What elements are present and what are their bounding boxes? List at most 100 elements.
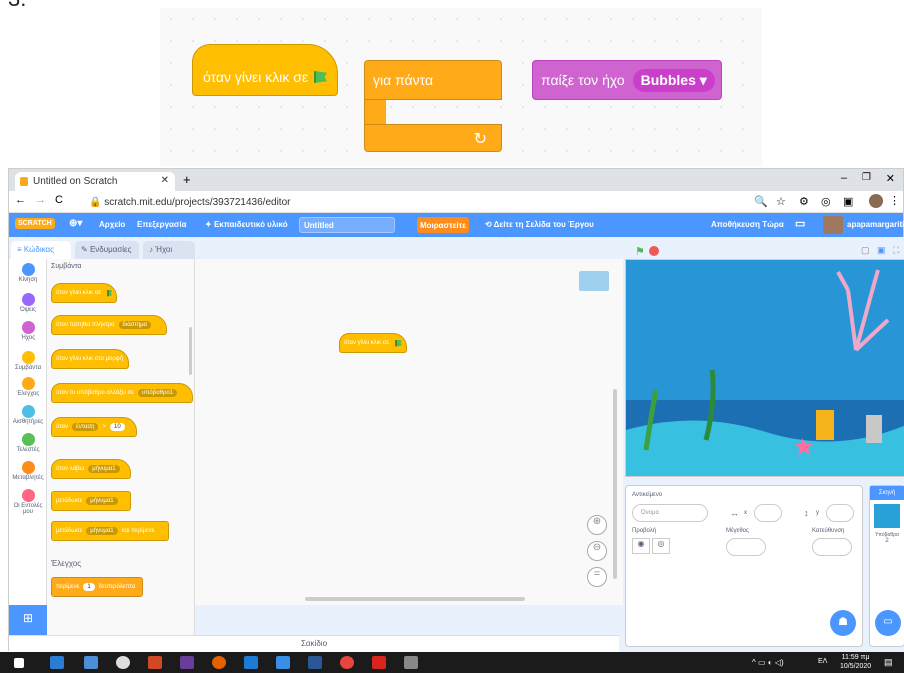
tab-costumes[interactable]: ✎ Ενδυμασίες	[75, 241, 139, 259]
b5-dropdown[interactable]: ένταση	[72, 423, 99, 431]
file-explorer-icon[interactable]	[84, 656, 98, 669]
tray-icons[interactable]: ^ ▭ ◐ ◁)	[752, 658, 784, 667]
sound-dropdown[interactable]: Bubbles ▾	[632, 68, 715, 92]
profile-avatar[interactable]	[869, 194, 883, 208]
show-eye-icon[interactable]: ◉	[632, 538, 650, 554]
extension-icon-3[interactable]: ▣	[843, 195, 853, 208]
browser-menu-icon[interactable]: ⋮	[889, 194, 900, 207]
forward-icon[interactable]: →	[35, 194, 46, 206]
category-1[interactable]: Όψεις	[9, 293, 47, 313]
b8-dropdown[interactable]: μήνυμα1	[86, 527, 118, 535]
tab-code[interactable]: ≡ Κώδικας	[11, 241, 71, 259]
palette-scrollbar[interactable]	[189, 327, 192, 375]
close-tab-icon[interactable]: ✕	[161, 175, 169, 186]
palette-block-broadcast[interactable]: μετάδωσε μήνυμα1	[51, 491, 131, 511]
internet-explorer-icon[interactable]	[276, 656, 290, 669]
zoom-in-icon[interactable]: ⊕	[587, 515, 607, 535]
username-label[interactable]: apapamargariti	[847, 220, 904, 229]
project-title-field[interactable]: Untitled	[299, 217, 395, 233]
sprite-name-field[interactable]: Όνομα	[632, 504, 708, 522]
share-button[interactable]: Μοιραστείτε	[417, 217, 469, 233]
palette-block-key-pressed[interactable]: όταν πατηθεί πλήκτρο διάστημα	[51, 315, 167, 335]
stage-selector-panel[interactable]: Σκηνή Υπόβαθρα 2 ▭	[869, 485, 904, 647]
large-stage-icon[interactable]: ▣	[877, 245, 886, 256]
b7-dropdown[interactable]: μήνυμα1	[86, 497, 118, 505]
add-extension-button[interactable]: ⊞	[9, 605, 47, 635]
reload-icon[interactable]: C	[55, 194, 63, 206]
firefox-icon[interactable]	[212, 656, 226, 669]
user-avatar[interactable]	[823, 216, 843, 234]
close-window-icon[interactable]: ✕	[886, 172, 895, 185]
b6-dropdown[interactable]: μήνυμα1	[88, 465, 120, 473]
menu-file[interactable]: Αρχείο	[99, 220, 125, 229]
extension-icon-2[interactable]: ◎	[821, 195, 831, 208]
notifications-icon[interactable]: ▤	[884, 657, 893, 668]
clock[interactable]: 11:59 πμ 10/5/2020	[840, 653, 871, 671]
app-icon[interactable]	[180, 656, 194, 669]
stage-canvas[interactable]	[625, 259, 904, 477]
bookmark-star-icon[interactable]: ☆	[776, 195, 786, 208]
minimize-icon[interactable]: –	[841, 172, 847, 184]
palette-block-broadcast-wait[interactable]: μετάδωσε μήνυμα1 και περίμενε	[51, 521, 169, 541]
category-6[interactable]: Τελεστές	[9, 433, 47, 453]
scripts-area[interactable]: όταν γίνει κλικ σε ⊕ ⊖ =	[195, 259, 623, 605]
zoom-reset-icon[interactable]: =	[587, 567, 607, 587]
back-icon[interactable]: ←	[15, 194, 26, 206]
palette-block-when-flag[interactable]: όταν γίνει κλικ σε	[51, 283, 117, 303]
palette-block-sprite-clicked[interactable]: όταν γίνει κλικ στο μορφή	[51, 349, 129, 369]
size-field[interactable]	[726, 538, 766, 556]
see-project-page-button[interactable]: ⟲ Δείτε τη Σελίδα του Έργου	[485, 220, 594, 229]
b9-input[interactable]: 1	[83, 583, 95, 591]
hide-eye-icon[interactable]: ◎	[652, 538, 670, 554]
chrome-icon[interactable]	[340, 656, 354, 669]
scripts-horizontal-scrollbar[interactable]	[305, 597, 525, 601]
start-icon[interactable]	[14, 658, 24, 668]
scratch-logo[interactable]: SCRATCH	[15, 218, 55, 229]
fullscreen-icon[interactable]: ⛶	[893, 245, 899, 256]
b5-input[interactable]: 10	[110, 423, 125, 431]
url-field[interactable]: 🔒 scratch.mit.edu/projects/393721436/edi…	[81, 194, 721, 211]
stop-icon[interactable]	[649, 246, 659, 256]
acrobat-icon[interactable]	[372, 656, 386, 669]
browser-tab[interactable]: Untitled on Scratch ✕	[15, 172, 175, 191]
x-field[interactable]	[754, 504, 782, 522]
choose-sprite-cat-icon[interactable]: ☗	[830, 610, 856, 636]
palette-block-backdrop-switches[interactable]: όταν το υπόβαθρο αλλάξει σε υπόβαθρο1	[51, 383, 193, 403]
mail-icon[interactable]	[244, 656, 258, 669]
language-globe-icon[interactable]: ⊕▾	[69, 218, 82, 229]
palette-block-when-greater[interactable]: όταν ένταση >10	[51, 417, 137, 437]
zoom-out-icon[interactable]: ⊖	[587, 541, 607, 561]
choose-backdrop-icon[interactable]: ▭	[875, 610, 901, 636]
language-indicator[interactable]: ΕΛ	[818, 658, 827, 665]
b4-dropdown[interactable]: υπόβαθρο1	[137, 389, 178, 397]
category-0[interactable]: Κίνηση	[9, 263, 47, 283]
menu-edit[interactable]: Επεξεργασία	[137, 220, 187, 229]
save-now-button[interactable]: Αποθήκευση Τώρα	[711, 220, 784, 229]
b2-dropdown[interactable]: διάστημα	[118, 321, 151, 329]
backpack[interactable]: Σακίδιο	[9, 635, 619, 652]
green-flag-icon[interactable]: ⚑	[635, 245, 645, 258]
category-2[interactable]: Ήχος	[9, 321, 47, 341]
extension-icon[interactable]: ⚙	[799, 195, 809, 208]
category-3[interactable]: Συμβάντα	[9, 351, 47, 371]
zoom-icon[interactable]: 🔍	[754, 195, 768, 208]
restore-icon[interactable]: ❐	[862, 172, 871, 183]
palette-block-wait[interactable]: περίμενε 1 δευτερόλεπτα	[51, 577, 143, 597]
powerpoint-icon[interactable]	[148, 656, 162, 669]
menu-tutorials[interactable]: ✦ Εκπαιδευτικό υλικό	[205, 220, 288, 229]
category-7[interactable]: Μεταβλητές	[9, 461, 47, 481]
tab-sounds[interactable]: ♪ Ήχοι	[143, 241, 195, 259]
category-5[interactable]: Αισθητήρες	[9, 405, 47, 425]
new-tab-icon[interactable]: +	[183, 172, 191, 187]
my-stuff-folder-icon[interactable]: ▭	[795, 217, 805, 230]
category-4[interactable]: Έλεγχος	[9, 377, 47, 397]
script-when-flag-block[interactable]: όταν γίνει κλικ σε	[339, 333, 407, 353]
y-field[interactable]	[826, 504, 854, 522]
tool-icon[interactable]	[404, 656, 418, 669]
scripts-vertical-scrollbar[interactable]	[613, 389, 617, 579]
small-stage-icon[interactable]: ▢	[861, 245, 870, 256]
word-icon[interactable]	[308, 656, 322, 669]
edge-icon[interactable]	[50, 656, 64, 669]
media-icon[interactable]	[116, 656, 130, 669]
palette-block-when-receive[interactable]: όταν λάβω μήνυμα1	[51, 459, 131, 479]
